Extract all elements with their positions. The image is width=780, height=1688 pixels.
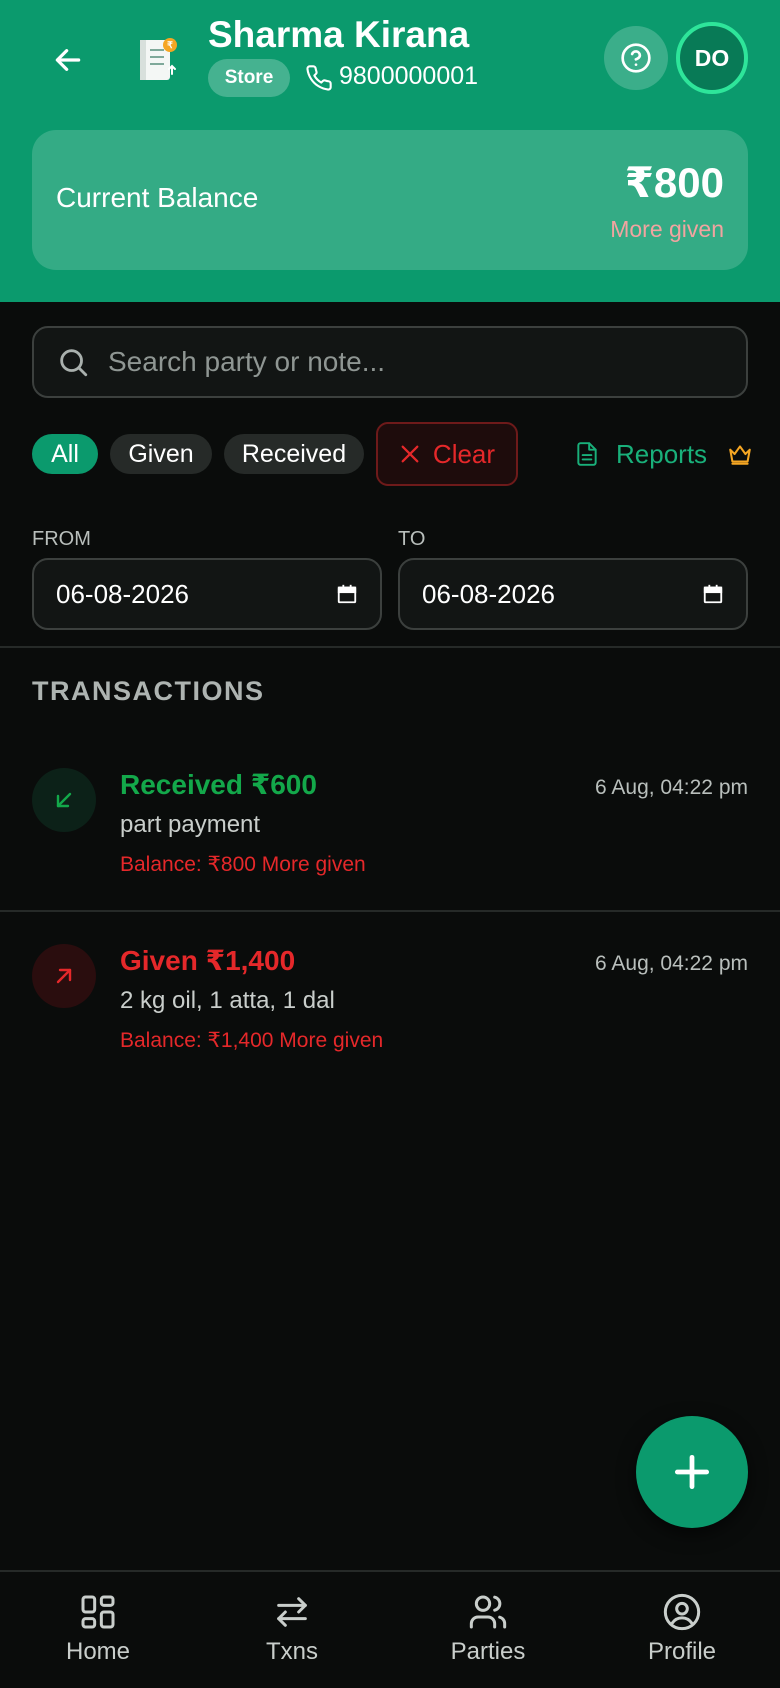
transaction-note: 2 kg oil, 1 atta, 1 dal: [120, 987, 335, 1014]
ledger-icon: ₹: [140, 38, 177, 80]
avatar[interactable]: DO: [676, 22, 748, 94]
from-date-label: FROM: [32, 528, 91, 550]
phone-icon: [306, 65, 332, 91]
swap-icon: [277, 1597, 307, 1627]
home-icon: [81, 1595, 115, 1629]
nav-parties-label: Parties: [450, 1638, 526, 1665]
filter-chip-given[interactable]: Given: [110, 434, 212, 474]
calendar-icon[interactable]: [336, 583, 358, 605]
reports-label: Reports: [616, 438, 708, 469]
clear-filters-button[interactable]: Clear: [376, 422, 518, 486]
balance-amount: ₹800: [624, 159, 724, 206]
transaction-row[interactable]: Given ₹1,400 6 Aug, 04:22 pm 2 kg oil, 1…: [0, 916, 780, 1088]
back-button[interactable]: [44, 36, 92, 84]
filter-chip-all[interactable]: All: [32, 434, 98, 474]
document-icon: [577, 442, 597, 466]
bottom-nav: Home Txns Parties Profile: [0, 1570, 780, 1688]
nav-home-label: Home: [65, 1638, 131, 1665]
from-date-value: 06-08-2026: [56, 578, 189, 609]
filter-chip-received[interactable]: Received: [224, 434, 364, 474]
help-button[interactable]: [604, 26, 668, 90]
to-date-value: 06-08-2026: [422, 578, 555, 609]
help-icon: [621, 43, 651, 73]
from-date-input[interactable]: 06-08-2026: [32, 558, 382, 630]
nav-txns-label: Txns: [265, 1638, 318, 1665]
given-indicator: [32, 944, 96, 1008]
nav-profile[interactable]: Profile: [612, 1592, 752, 1666]
transaction-balance: Balance: ₹1,400 More given: [120, 1029, 384, 1052]
nav-profile-label: Profile: [647, 1638, 717, 1665]
transaction-title: Given ₹1,400: [120, 945, 296, 976]
crown-icon: [729, 445, 751, 465]
divider: [0, 646, 780, 648]
transaction-balance: Balance: ₹800 More given: [120, 853, 366, 876]
calendar-icon[interactable]: [702, 583, 724, 605]
transaction-time: 6 Aug, 04:22 pm: [595, 952, 748, 975]
search-input[interactable]: [108, 346, 746, 378]
search-icon: [60, 349, 88, 377]
close-icon: [401, 445, 419, 463]
arrow-up-right-icon: [56, 968, 72, 984]
users-icon: [469, 1595, 507, 1629]
received-indicator: [32, 768, 96, 832]
reports-button[interactable]: Reports: [574, 432, 753, 476]
balance-status: More given: [610, 216, 724, 242]
add-transaction-button[interactable]: [636, 1416, 748, 1528]
nav-parties[interactable]: Parties: [418, 1592, 558, 1666]
svg-text:₹: ₹: [167, 40, 173, 50]
party-type-badge: Store: [208, 59, 290, 97]
clear-label: Clear: [432, 438, 496, 469]
transaction-time: 6 Aug, 04:22 pm: [595, 776, 748, 799]
transaction-note: part payment: [120, 811, 261, 838]
transactions-heading: TRANSACTIONS: [32, 676, 265, 706]
search-bar[interactable]: [32, 326, 748, 398]
plus-icon: [674, 1454, 710, 1490]
balance-label: Current Balance: [56, 182, 259, 213]
transaction-title: Received ₹600: [120, 769, 317, 800]
balance-card: Current Balance ₹800 More given: [32, 130, 748, 270]
nav-txns[interactable]: Txns: [222, 1592, 362, 1666]
party-phone[interactable]: 9800000001: [339, 62, 478, 91]
divider: [0, 910, 780, 912]
party-name: Sharma Kirana: [208, 14, 470, 55]
profile-icon: [663, 1593, 701, 1631]
transaction-row[interactable]: Received ₹600 6 Aug, 04:22 pm part payme…: [0, 740, 780, 912]
nav-home[interactable]: Home: [28, 1592, 168, 1666]
back-arrow-icon: [55, 49, 81, 71]
header: ₹ Sharma Kirana Store 9800000001 DO Curr…: [0, 0, 780, 302]
to-date-input[interactable]: 06-08-2026: [398, 558, 748, 630]
to-date-label: TO: [398, 528, 426, 550]
arrow-down-left-icon: [56, 792, 72, 808]
